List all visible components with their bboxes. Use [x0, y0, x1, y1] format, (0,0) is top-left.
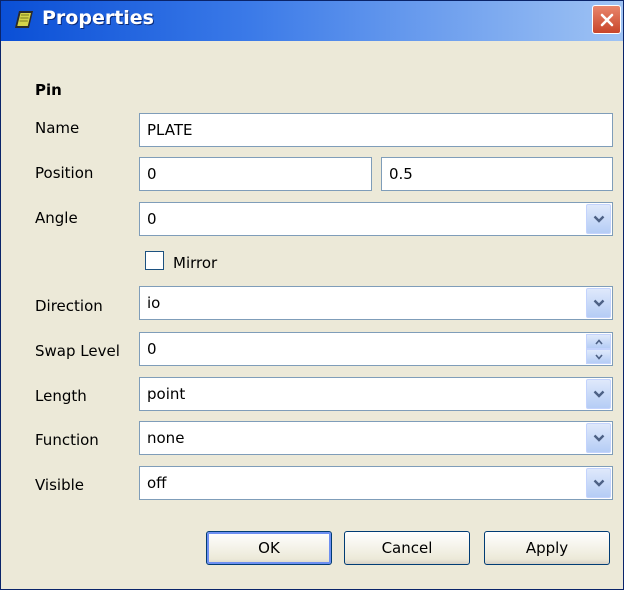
close-icon	[600, 13, 613, 26]
title-bar[interactable]: Properties	[1, 1, 623, 41]
length-dropdown-button[interactable]	[586, 379, 611, 409]
apply-button[interactable]: Apply	[484, 531, 610, 565]
position-y-input[interactable]: 0.5	[381, 157, 613, 191]
chevron-down-icon	[593, 479, 604, 487]
swap-level-value: 0	[147, 340, 157, 358]
swap-level-spin-buttons[interactable]	[586, 334, 611, 364]
angle-label: Angle	[35, 209, 78, 227]
chevron-down-icon	[594, 353, 603, 360]
chevron-down-icon	[593, 215, 604, 223]
chevron-down-icon	[593, 390, 604, 398]
position-x-input[interactable]: 0	[139, 157, 372, 191]
length-value: point	[147, 385, 186, 403]
position-label: Position	[35, 164, 94, 182]
angle-value: 0	[147, 210, 157, 228]
direction-select[interactable]: io	[139, 286, 613, 320]
visible-dropdown-button[interactable]	[586, 468, 611, 498]
length-label: Length	[35, 387, 87, 405]
mirror-label: Mirror	[173, 254, 218, 272]
length-select[interactable]: point	[139, 377, 613, 411]
ok-button[interactable]: OK	[206, 531, 332, 565]
angle-dropdown-button[interactable]	[586, 204, 611, 234]
function-dropdown-button[interactable]	[586, 423, 611, 453]
spin-up-button[interactable]	[586, 334, 611, 349]
swap-level-label: Swap Level	[35, 342, 120, 360]
chevron-up-icon	[594, 338, 603, 345]
visible-label: Visible	[35, 476, 84, 494]
function-select[interactable]: none	[139, 421, 613, 455]
properties-dialog: Properties Pin Name PLATE Position 0 0.5…	[0, 0, 624, 590]
direction-dropdown-button[interactable]	[586, 288, 611, 318]
visible-value: off	[147, 474, 167, 492]
section-title: Pin	[35, 81, 62, 99]
name-label: Name	[35, 119, 80, 137]
mirror-checkbox[interactable]	[145, 251, 164, 270]
direction-label: Direction	[35, 297, 103, 315]
function-label: Function	[35, 431, 99, 449]
window-title: Properties	[42, 7, 154, 29]
chevron-down-icon	[593, 299, 604, 307]
swap-level-spinner[interactable]: 0	[139, 332, 613, 366]
cancel-button[interactable]: Cancel	[344, 531, 470, 565]
properties-app-icon	[14, 9, 36, 31]
visible-select[interactable]: off	[139, 466, 613, 500]
chevron-down-icon	[593, 434, 604, 442]
angle-select[interactable]: 0	[139, 202, 613, 236]
spin-down-button[interactable]	[586, 349, 611, 364]
direction-value: io	[147, 294, 161, 312]
close-button[interactable]	[592, 5, 621, 34]
name-input[interactable]: PLATE	[139, 113, 613, 147]
function-value: none	[147, 429, 185, 447]
